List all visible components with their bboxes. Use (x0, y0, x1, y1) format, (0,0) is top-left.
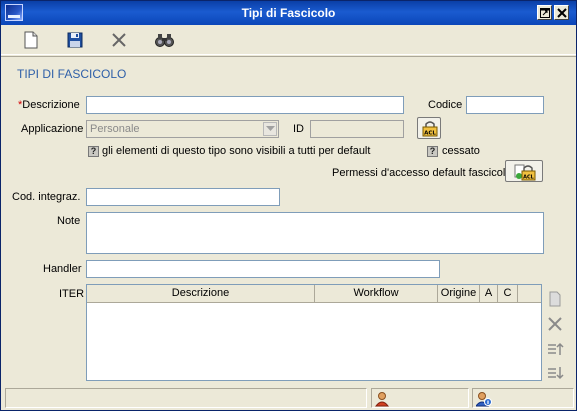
id-label: ID (293, 123, 304, 135)
handler-label: Handler (43, 263, 82, 275)
iter-table-header: Descrizione Workflow Origine A C (87, 285, 541, 303)
iter-label: ITER (59, 288, 85, 300)
toolbar-separator (1, 56, 576, 57)
descrizione-label: *Descrizione (18, 99, 80, 111)
acl-button[interactable]: ACL (417, 117, 441, 139)
note-label: Note (57, 215, 81, 227)
window-title: Tipi di Fascicolo (241, 6, 336, 20)
status-user-panel[interactable] (371, 388, 469, 408)
descrizione-label-text: Descrizione (22, 99, 80, 111)
column-header-c[interactable]: C (498, 285, 518, 303)
column-header-origine[interactable]: Origine (438, 285, 480, 303)
status-message-panel (5, 388, 367, 408)
new-row-button[interactable] (546, 290, 564, 308)
dropdown-arrow-button[interactable] (263, 122, 277, 136)
cod-integraz-field[interactable] (86, 188, 280, 206)
restore-button[interactable] (537, 5, 552, 20)
acl-permissions-icon: ACL (514, 164, 536, 181)
permessi-acl-button[interactable]: ACL (505, 160, 543, 182)
note-textarea[interactable] (86, 212, 544, 254)
find-button[interactable] (152, 30, 174, 50)
new-button[interactable] (20, 30, 42, 50)
column-header-filler (518, 285, 541, 303)
section-title: TIPI DI FASCICOLO (17, 67, 127, 81)
move-up-button[interactable] (546, 340, 564, 358)
delete-row-icon (548, 317, 562, 331)
iter-table[interactable]: Descrizione Workflow Origine A C (86, 284, 542, 381)
floppy-disk-icon (67, 32, 83, 48)
id-field (310, 120, 404, 138)
status-bar (1, 386, 576, 410)
column-header-workflow[interactable]: Workflow (315, 285, 438, 303)
user-info-icon (476, 392, 492, 407)
close-button[interactable] (554, 5, 569, 20)
cessato-checkbox[interactable]: ? (427, 146, 438, 157)
column-header-descrizione[interactable]: Descrizione (87, 285, 315, 303)
chevron-down-icon (266, 126, 275, 131)
restore-icon (540, 8, 550, 18)
status-user-info-panel[interactable] (472, 388, 574, 408)
new-row-icon (549, 291, 561, 307)
move-down-button[interactable] (546, 364, 564, 382)
applicazione-select[interactable]: Personale (86, 120, 279, 138)
move-down-icon (548, 367, 564, 380)
handler-field[interactable] (86, 260, 440, 278)
permessi-label: Permessi d'accesso default fascicoli (332, 167, 508, 179)
cancel-button[interactable] (108, 30, 130, 50)
title-bar[interactable]: Tipi di Fascicolo (1, 1, 576, 25)
window: Tipi di Fascicolo TIPI DI FASCICOLO *Des… (0, 0, 577, 411)
close-icon (557, 8, 567, 18)
toolbar (1, 25, 576, 55)
codice-field[interactable] (466, 96, 544, 114)
x-cancel-icon (112, 33, 126, 47)
new-document-icon (24, 31, 38, 49)
acl-icon-text: ACL (424, 131, 436, 137)
delete-row-button[interactable] (546, 315, 564, 333)
move-up-icon (548, 342, 564, 355)
applicazione-label: Applicazione (21, 123, 84, 135)
save-button[interactable] (64, 30, 86, 50)
permessi-acl-icon-text: ACL (523, 175, 535, 181)
cessato-label: cessato (442, 145, 480, 157)
column-header-a[interactable]: A (480, 285, 498, 303)
codice-label: Codice (428, 99, 463, 111)
visible-checkbox[interactable]: ? (88, 146, 99, 157)
cod-integraz-label: Cod. integraz. (12, 191, 81, 203)
user-icon (375, 392, 390, 407)
binoculars-icon (155, 34, 174, 47)
descrizione-field[interactable] (86, 96, 404, 114)
visible-label: gli elementi di questo tipo sono visibil… (102, 145, 371, 157)
applicazione-value: Personale (90, 123, 140, 135)
acl-lock-icon: ACL (422, 121, 438, 137)
